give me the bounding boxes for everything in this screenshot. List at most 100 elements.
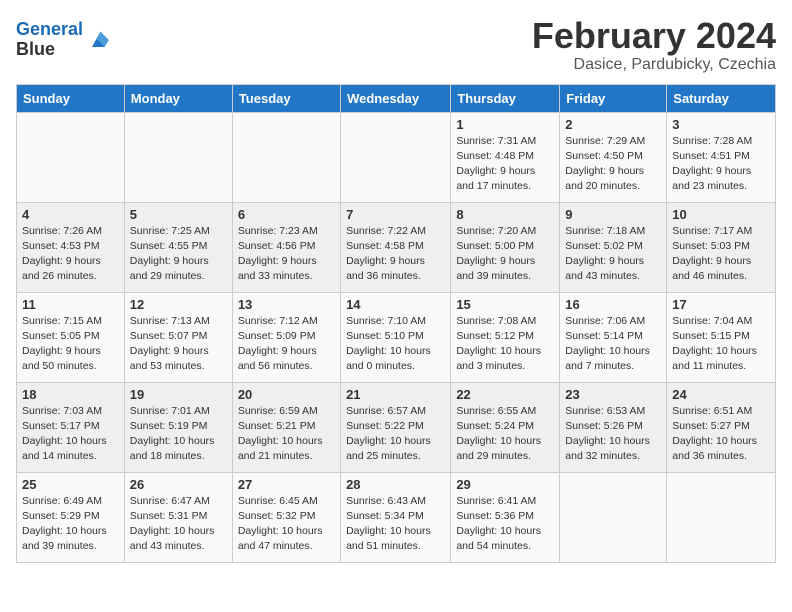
calendar-week-1: 4 Sunrise: 7:26 AM Sunset: 4:53 PM Daylig… [17, 202, 776, 292]
day-info: Sunrise: 6:53 AM Sunset: 5:26 PM Dayligh… [565, 404, 661, 465]
day-number: 14 [346, 297, 445, 312]
day-info: Sunrise: 7:15 AM Sunset: 5:05 PM Dayligh… [22, 314, 119, 375]
calendar-cell: 9 Sunrise: 7:18 AM Sunset: 5:02 PM Daylig… [560, 202, 667, 292]
calendar-cell: 29Sunrise: 6:41 AM Sunset: 5:36 PM Dayli… [451, 472, 560, 562]
day-info: Sunrise: 6:51 AM Sunset: 5:27 PM Dayligh… [672, 404, 770, 465]
calendar-cell [232, 112, 340, 202]
calendar-table: SundayMondayTuesdayWednesdayThursdayFrid… [16, 84, 776, 563]
calendar-cell: 22 Sunrise: 6:55 AM Sunset: 5:24 PM Dayli… [451, 382, 560, 472]
day-number: 4 [22, 207, 119, 222]
day-info: Sunrise: 7:10 AM Sunset: 5:10 PM Dayligh… [346, 314, 445, 375]
calendar-cell: 28 Sunrise: 6:43 AM Sunset: 5:34 PM Dayli… [341, 472, 451, 562]
calendar-cell: 7 Sunrise: 7:22 AM Sunset: 4:58 PM Daylig… [341, 202, 451, 292]
calendar-cell: 23Sunrise: 6:53 AM Sunset: 5:26 PM Dayli… [560, 382, 667, 472]
day-number: 8 [456, 207, 554, 222]
day-number: 21 [346, 387, 445, 402]
calendar-cell: 8 Sunrise: 7:20 AM Sunset: 5:00 PM Daylig… [451, 202, 560, 292]
day-number: 25 [22, 477, 119, 492]
calendar-week-2: 11 Sunrise: 7:15 AM Sunset: 5:05 PM Dayli… [17, 292, 776, 382]
day-info: Sunrise: 7:28 AM Sunset: 4:51 PM Dayligh… [672, 134, 770, 195]
calendar-cell: 5 Sunrise: 7:25 AM Sunset: 4:55 PM Daylig… [124, 202, 232, 292]
day-info: Sunrise: 6:49 AM Sunset: 5:29 PM Dayligh… [22, 494, 119, 555]
title-area: February 2024 Dasice, Pardubicky, Czechi… [532, 16, 776, 74]
day-number: 20 [238, 387, 335, 402]
day-info: Sunrise: 6:45 AM Sunset: 5:32 PM Dayligh… [238, 494, 335, 555]
header-cell-tuesday: Tuesday [232, 84, 340, 112]
day-info: Sunrise: 7:26 AM Sunset: 4:53 PM Dayligh… [22, 224, 119, 285]
day-number: 22 [456, 387, 554, 402]
calendar-cell: 16 Sunrise: 7:06 AM Sunset: 5:14 PM Dayli… [560, 292, 667, 382]
day-number: 17 [672, 297, 770, 312]
day-info: Sunrise: 7:31 AM Sunset: 4:48 PM Dayligh… [456, 134, 554, 195]
calendar-cell: 1Sunrise: 7:31 AM Sunset: 4:48 PM Daylig… [451, 112, 560, 202]
day-info: Sunrise: 6:43 AM Sunset: 5:34 PM Dayligh… [346, 494, 445, 555]
calendar-cell: 14 Sunrise: 7:10 AM Sunset: 5:10 PM Dayli… [341, 292, 451, 382]
calendar-cell: 25 Sunrise: 6:49 AM Sunset: 5:29 PM Dayli… [17, 472, 125, 562]
calendar-cell [667, 472, 776, 562]
day-info: Sunrise: 7:25 AM Sunset: 4:55 PM Dayligh… [130, 224, 227, 285]
logo: GeneralBlue [16, 20, 113, 60]
day-info: Sunrise: 7:08 AM Sunset: 5:12 PM Dayligh… [456, 314, 554, 375]
day-number: 27 [238, 477, 335, 492]
calendar-cell: 3 Sunrise: 7:28 AM Sunset: 4:51 PM Daylig… [667, 112, 776, 202]
day-info: Sunrise: 7:06 AM Sunset: 5:14 PM Dayligh… [565, 314, 661, 375]
calendar-cell: 19 Sunrise: 7:01 AM Sunset: 5:19 PM Dayli… [124, 382, 232, 472]
day-info: Sunrise: 7:23 AM Sunset: 4:56 PM Dayligh… [238, 224, 335, 285]
calendar-cell: 10Sunrise: 7:17 AM Sunset: 5:03 PM Dayli… [667, 202, 776, 292]
calendar-cell: 27 Sunrise: 6:45 AM Sunset: 5:32 PM Dayli… [232, 472, 340, 562]
header-cell-friday: Friday [560, 84, 667, 112]
calendar-cell: 6 Sunrise: 7:23 AM Sunset: 4:56 PM Daylig… [232, 202, 340, 292]
calendar-cell: 11 Sunrise: 7:15 AM Sunset: 5:05 PM Dayli… [17, 292, 125, 382]
day-info: Sunrise: 7:20 AM Sunset: 5:00 PM Dayligh… [456, 224, 554, 285]
main-title: February 2024 [532, 16, 776, 56]
day-number: 28 [346, 477, 445, 492]
day-number: 15 [456, 297, 554, 312]
day-number: 24 [672, 387, 770, 402]
day-number: 7 [346, 207, 445, 222]
header-cell-thursday: Thursday [451, 84, 560, 112]
day-number: 12 [130, 297, 227, 312]
calendar-body: 1Sunrise: 7:31 AM Sunset: 4:48 PM Daylig… [17, 112, 776, 562]
logo-text: GeneralBlue [16, 20, 83, 60]
calendar-cell [17, 112, 125, 202]
day-info: Sunrise: 7:04 AM Sunset: 5:15 PM Dayligh… [672, 314, 770, 375]
calendar-cell [341, 112, 451, 202]
day-number: 2 [565, 117, 661, 132]
day-number: 6 [238, 207, 335, 222]
calendar-cell: 15 Sunrise: 7:08 AM Sunset: 5:12 PM Dayli… [451, 292, 560, 382]
day-number: 5 [130, 207, 227, 222]
day-info: Sunrise: 6:47 AM Sunset: 5:31 PM Dayligh… [130, 494, 227, 555]
day-number: 9 [565, 207, 661, 222]
calendar-cell: 18 Sunrise: 7:03 AM Sunset: 5:17 PM Dayli… [17, 382, 125, 472]
calendar-week-4: 25 Sunrise: 6:49 AM Sunset: 5:29 PM Dayli… [17, 472, 776, 562]
logo-icon [85, 26, 113, 54]
calendar-cell: 13Sunrise: 7:12 AM Sunset: 5:09 PM Dayli… [232, 292, 340, 382]
day-info: Sunrise: 7:12 AM Sunset: 5:09 PM Dayligh… [238, 314, 335, 375]
page-header: GeneralBlue February 2024 Dasice, Pardub… [16, 16, 776, 74]
header-cell-sunday: Sunday [17, 84, 125, 112]
day-number: 11 [22, 297, 119, 312]
calendar-cell: 4 Sunrise: 7:26 AM Sunset: 4:53 PM Daylig… [17, 202, 125, 292]
day-info: Sunrise: 7:22 AM Sunset: 4:58 PM Dayligh… [346, 224, 445, 285]
header-cell-saturday: Saturday [667, 84, 776, 112]
calendar-cell: 21Sunrise: 6:57 AM Sunset: 5:22 PM Dayli… [341, 382, 451, 472]
day-info: Sunrise: 7:03 AM Sunset: 5:17 PM Dayligh… [22, 404, 119, 465]
day-number: 3 [672, 117, 770, 132]
calendar-header-row: SundayMondayTuesdayWednesdayThursdayFrid… [17, 84, 776, 112]
calendar-cell: 26 Sunrise: 6:47 AM Sunset: 5:31 PM Dayli… [124, 472, 232, 562]
calendar-cell: 20Sunrise: 6:59 AM Sunset: 5:21 PM Dayli… [232, 382, 340, 472]
day-number: 18 [22, 387, 119, 402]
day-number: 16 [565, 297, 661, 312]
calendar-cell: 2 Sunrise: 7:29 AM Sunset: 4:50 PM Daylig… [560, 112, 667, 202]
calendar-cell [124, 112, 232, 202]
day-info: Sunrise: 6:55 AM Sunset: 5:24 PM Dayligh… [456, 404, 554, 465]
header-cell-wednesday: Wednesday [341, 84, 451, 112]
day-number: 26 [130, 477, 227, 492]
calendar-cell: 24 Sunrise: 6:51 AM Sunset: 5:27 PM Dayli… [667, 382, 776, 472]
day-info: Sunrise: 7:01 AM Sunset: 5:19 PM Dayligh… [130, 404, 227, 465]
calendar-week-0: 1Sunrise: 7:31 AM Sunset: 4:48 PM Daylig… [17, 112, 776, 202]
day-info: Sunrise: 7:18 AM Sunset: 5:02 PM Dayligh… [565, 224, 661, 285]
day-info: Sunrise: 7:29 AM Sunset: 4:50 PM Dayligh… [565, 134, 661, 195]
day-info: Sunrise: 7:13 AM Sunset: 5:07 PM Dayligh… [130, 314, 227, 375]
day-number: 19 [130, 387, 227, 402]
